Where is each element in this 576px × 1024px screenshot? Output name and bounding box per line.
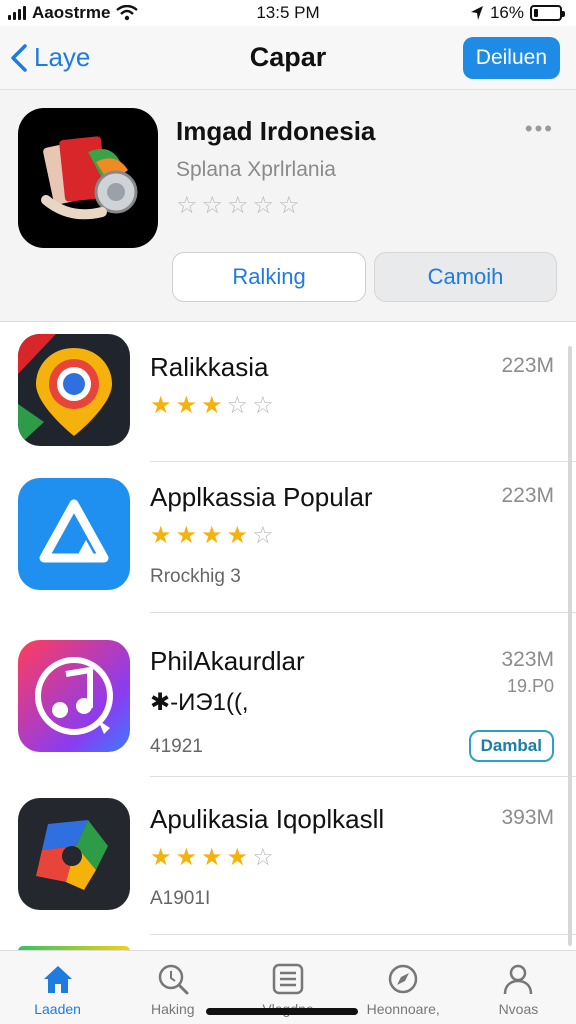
signal-icon	[8, 6, 26, 20]
tab-label: Heonnoare,	[366, 1001, 440, 1017]
tab-label: Haking	[151, 1001, 195, 1017]
row-separator	[150, 776, 576, 777]
tab-profile[interactable]: Nvoas	[461, 951, 576, 1024]
list-item[interactable]: Apulikasia Iqoplkasll 393M ★ ★ ★ ★ ☆ A1901I	[0, 784, 576, 935]
row-separator	[150, 934, 576, 935]
app-icon-triangle	[18, 478, 130, 590]
wifi-icon	[116, 5, 139, 21]
app-subtitle: A1901I	[150, 888, 211, 909]
star-filled-icon: ★	[226, 844, 249, 871]
app-extra-value: 19.P0	[506, 676, 554, 696]
app-icon-music	[18, 640, 130, 752]
status-right: 16%	[470, 3, 565, 23]
location-arrow-icon	[470, 6, 483, 20]
featured-app-icon	[18, 108, 158, 248]
status-bar: Aaostrme 13:5 PM 16%	[0, 0, 576, 26]
star-filled-icon: ★	[226, 522, 249, 549]
star-filled-icon: ★	[175, 522, 198, 549]
row-separator	[150, 612, 576, 613]
app-rating-stars: ★ ★ ★ ★ ☆	[150, 524, 274, 548]
scrollbar[interactable]	[568, 346, 572, 946]
app-name: PhilAkaurdlar	[150, 646, 305, 676]
star-empty-icon: ☆	[201, 192, 224, 219]
app-subtitle: Rrockhig 3	[150, 566, 241, 587]
tab-label: Laaden	[34, 1001, 81, 1017]
person-icon	[504, 964, 533, 995]
chevron-left-icon	[11, 43, 27, 72]
search-icon	[158, 964, 189, 995]
app-subtitle: 41921	[150, 736, 203, 757]
status-left: Aaostrme	[8, 3, 139, 23]
home-indicator	[206, 1008, 358, 1015]
nav-action-button[interactable]: Deiluen	[462, 36, 560, 79]
featured-secondary-button[interactable]: Camoih	[374, 252, 557, 302]
app-name: Apulikasia Iqoplkasll	[150, 804, 385, 834]
featured-app-title: Imgad Irdonesia	[176, 116, 376, 146]
app-name: Applkassia Popular	[150, 482, 373, 512]
list-item[interactable]: PhilAkaurdlar 323M 19.P0 ✱-ИЭ1((, 41921 …	[0, 626, 576, 777]
app-icon-map	[18, 334, 130, 446]
tab-explore[interactable]: Heonnoare,	[346, 951, 461, 1024]
app-icon-cube	[18, 798, 130, 910]
app-size: 223M	[501, 484, 554, 507]
back-label: Laye	[34, 42, 91, 72]
featured-primary-button[interactable]: Ralking	[172, 252, 366, 302]
home-icon	[43, 966, 72, 993]
star-filled-icon: ★	[201, 522, 223, 549]
star-empty-icon: ☆	[252, 522, 274, 549]
tab-home[interactable]: Laaden	[0, 951, 115, 1024]
star-filled-icon: ★	[201, 844, 223, 871]
battery-icon	[530, 5, 565, 21]
get-button[interactable]: Dambal	[468, 730, 554, 762]
navigation-bar: Laye Capar Deiluen	[0, 26, 576, 90]
star-empty-icon: ☆	[226, 392, 249, 419]
app-list: Ralikkasia 223M ★ ★ ★ ☆ ☆ Applkassia Popular…	[0, 322, 576, 950]
app-name: Ralikkasia	[150, 352, 269, 382]
list-item[interactable]: Applkassia Popular 223M ★ ★ ★ ★ ☆ Rrockhig 3	[0, 462, 576, 613]
star-filled-icon: ★	[201, 392, 223, 419]
list-item[interactable]: Ralikkasia 223M ★ ★ ★ ☆ ☆	[0, 322, 576, 462]
app-rating-text: ✱-ИЭ1((,	[150, 689, 249, 716]
battery-percent: 16%	[489, 3, 524, 22]
featured-rating-stars: ☆ ☆ ☆ ☆ ☆	[176, 194, 300, 218]
featured-app-subtitle: Splana Xprlrlania	[176, 158, 336, 181]
star-empty-icon: ☆	[252, 844, 274, 871]
app-rating-stars: ★ ★ ★ ☆ ☆	[150, 394, 274, 418]
star-filled-icon: ★	[150, 844, 172, 871]
featured-app-card[interactable]: Imgad Irdonesia Splana Xprlrlania ☆ ☆ ☆ ☆ ☆ …	[0, 90, 576, 322]
star-filled-icon: ★	[150, 392, 172, 419]
star-empty-icon: ☆	[252, 192, 275, 219]
star-empty-icon: ☆	[227, 192, 249, 219]
battery-level	[534, 9, 538, 17]
app-size: 393M	[501, 806, 554, 829]
carrier-label: Aaostrme	[32, 3, 111, 22]
back-button[interactable]: Laye	[10, 42, 90, 73]
star-filled-icon: ★	[150, 522, 172, 549]
star-filled-icon: ★	[175, 844, 198, 871]
app-rating-stars: ★ ★ ★ ★ ☆	[150, 846, 274, 870]
more-options-icon[interactable]: •••	[525, 116, 554, 142]
star-filled-icon: ★	[175, 392, 198, 419]
star-empty-icon: ☆	[176, 192, 198, 219]
star-empty-icon: ☆	[252, 392, 274, 419]
app-size: 323M	[501, 648, 554, 671]
compass-icon	[388, 964, 418, 994]
tab-label: Nvoas	[498, 1001, 539, 1017]
list-icon	[272, 963, 304, 995]
star-empty-icon: ☆	[278, 192, 300, 219]
app-size: 223M	[501, 354, 554, 377]
